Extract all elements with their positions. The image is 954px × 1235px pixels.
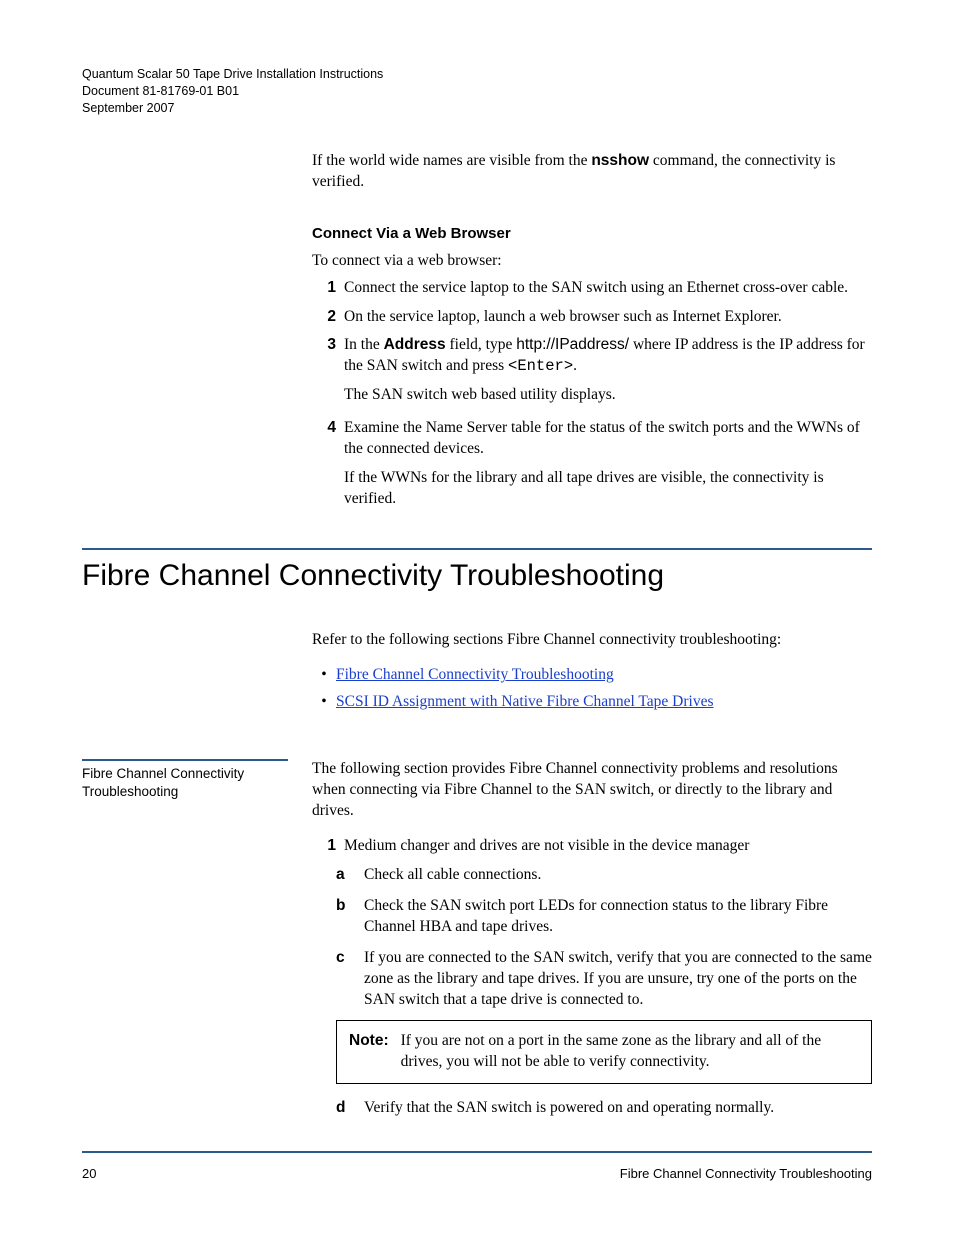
step-2: 2 On the service laptop, launch a web br… — [312, 307, 872, 328]
step-text: On the service laptop, launch a web brow… — [344, 307, 872, 328]
page-header: Quantum Scalar 50 Tape Drive Installatio… — [82, 66, 872, 117]
page-number: 20 — [82, 1165, 96, 1183]
text: In the — [344, 336, 384, 353]
header-line-1: Quantum Scalar 50 Tape Drive Installatio… — [82, 66, 872, 83]
note-text: If you are not on a port in the same zon… — [401, 1031, 859, 1073]
bullet-icon: • — [312, 692, 336, 713]
res-c: c If you are connected to the SAN switch… — [336, 948, 872, 1011]
res-d: d Verify that the SAN switch is powered … — [336, 1098, 872, 1119]
link-item-1: • Fibre Channel Connectivity Troubleshoo… — [312, 665, 872, 686]
step-marker: 1 — [312, 278, 344, 299]
content-upper: If the world wide names are visible from… — [312, 151, 872, 510]
resolution-list-cont: d Verify that the SAN switch is powered … — [336, 1098, 872, 1119]
enter-key: <Enter> — [508, 357, 573, 375]
footer-row: 20 Fibre Channel Connectivity Troublesho… — [82, 1165, 872, 1183]
sidebar: Fibre Channel Connectivity Troubleshooti… — [82, 759, 288, 1129]
text: If the world wide names are visible from… — [312, 152, 591, 169]
connect-web-subhead: Connect Via a Web Browser — [312, 224, 872, 244]
problem-list: 1 Medium changer and drives are not visi… — [312, 836, 872, 857]
nsshow-command: nsshow — [591, 152, 649, 169]
section-intro: Refer to the following sections Fibre Ch… — [312, 630, 872, 713]
link-fc-troubleshooting[interactable]: Fibre Channel Connectivity Troubleshooti… — [336, 665, 614, 686]
problem-text: Medium changer and drives are not visibl… — [344, 836, 872, 857]
text: field, type — [446, 336, 517, 353]
section-lead: Refer to the following sections Fibre Ch… — [312, 630, 872, 651]
troubleshooting-body: The following section provides Fibre Cha… — [312, 759, 872, 1129]
step-3: 3 In the Address field, type http://IPad… — [312, 335, 872, 377]
alpha-marker: d — [336, 1098, 364, 1119]
step-text: Connect the service laptop to the SAN sw… — [344, 278, 872, 299]
resolution-list: a Check all cable connections. b Check t… — [336, 865, 872, 1011]
link-item-2: • SCSI ID Assignment with Native Fibre C… — [312, 692, 872, 713]
step-4-after: If the WWNs for the library and all tape… — [344, 468, 872, 510]
page-footer: 20 Fibre Channel Connectivity Troublesho… — [82, 1151, 872, 1183]
alpha-marker: c — [336, 948, 364, 1011]
web-steps-list: 1 Connect the service laptop to the SAN … — [312, 278, 872, 378]
note-label: Note: — [349, 1031, 389, 1073]
sidebar-section: Fibre Channel Connectivity Troubleshooti… — [82, 759, 872, 1129]
step-text: In the Address field, type http://IPaddr… — [344, 335, 872, 377]
section-links-list: • Fibre Channel Connectivity Troubleshoo… — [312, 665, 872, 713]
wwn-paragraph: If the world wide names are visible from… — [312, 151, 872, 193]
res-b: b Check the SAN switch port LEDs for con… — [336, 896, 872, 938]
step-marker: 2 — [312, 307, 344, 328]
header-line-2: Document 81-81769-01 B01 — [82, 83, 872, 100]
ts-lead: The following section provides Fibre Cha… — [312, 759, 872, 822]
step-marker: 4 — [312, 418, 344, 460]
step-3-after: The SAN switch web based utility display… — [344, 385, 872, 406]
text: . — [573, 357, 577, 374]
footer-title: Fibre Channel Connectivity Troubleshooti… — [620, 1165, 872, 1183]
url-text: http://IPaddress/ — [516, 336, 629, 353]
res-text: Verify that the SAN switch is powered on… — [364, 1098, 872, 1119]
note-box: Note: If you are not on a port in the sa… — [336, 1020, 872, 1084]
step-marker: 1 — [312, 836, 344, 857]
address-label: Address — [384, 336, 446, 353]
sidebar-title: Fibre Channel Connectivity Troubleshooti… — [82, 765, 288, 800]
header-line-3: September 2007 — [82, 100, 872, 117]
res-text: If you are connected to the SAN switch, … — [364, 948, 872, 1011]
step-text: Examine the Name Server table for the st… — [344, 418, 872, 460]
res-text: Check the SAN switch port LEDs for conne… — [364, 896, 872, 938]
footer-divider — [82, 1151, 872, 1153]
res-text: Check all cable connections. — [364, 865, 872, 886]
alpha-marker: a — [336, 865, 364, 886]
section-title: Fibre Channel Connectivity Troubleshooti… — [82, 556, 872, 597]
alpha-marker: b — [336, 896, 364, 938]
step-1: 1 Connect the service laptop to the SAN … — [312, 278, 872, 299]
connect-web-lead: To connect via a web browser: — [312, 251, 872, 272]
problem-1: 1 Medium changer and drives are not visi… — [312, 836, 872, 857]
sidebar-divider — [82, 759, 288, 761]
link-scsi-id[interactable]: SCSI ID Assignment with Native Fibre Cha… — [336, 692, 713, 713]
res-a: a Check all cable connections. — [336, 865, 872, 886]
step-4: 4 Examine the Name Server table for the … — [312, 418, 872, 460]
step-marker: 3 — [312, 335, 344, 377]
bullet-icon: • — [312, 665, 336, 686]
web-steps-list-cont: 4 Examine the Name Server table for the … — [312, 418, 872, 460]
section-divider — [82, 548, 872, 550]
page: Quantum Scalar 50 Tape Drive Installatio… — [0, 0, 954, 1235]
